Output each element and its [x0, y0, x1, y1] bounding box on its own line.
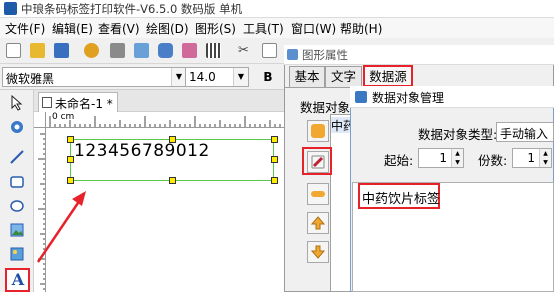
delete-data-object-button[interactable] [307, 183, 329, 205]
tab-text[interactable]: 文字 [325, 66, 362, 87]
menu-view[interactable]: 查看(V) [98, 20, 140, 37]
arrow-down-icon [311, 245, 325, 259]
arrow-up-icon [311, 216, 325, 230]
resize-handle-ml[interactable] [67, 156, 74, 163]
tab-basic[interactable]: 基本 [289, 66, 325, 87]
data-object-list[interactable] [330, 114, 352, 292]
add-data-object-button[interactable] [307, 120, 329, 142]
data-object-list-item[interactable]: 中药 [331, 117, 351, 133]
database-icon[interactable] [158, 43, 173, 58]
menu-help[interactable]: 帮助(H) [340, 20, 382, 37]
content-text[interactable]: 中药饮片标签 [362, 188, 440, 207]
app-icon [4, 2, 17, 15]
ruler-origin-label: 0 cm [52, 112, 75, 122]
copies-label: 份数: [478, 153, 508, 168]
chevron-down-icon[interactable]: ▼ [171, 68, 186, 86]
line-tool-icon[interactable] [6, 149, 28, 169]
edit-data-object-button[interactable] [307, 151, 329, 173]
menu-edit[interactable]: 编辑(E) [52, 20, 93, 37]
data-object-type-select[interactable]: 手动输入 [496, 122, 554, 142]
resize-handle-bl[interactable] [67, 177, 74, 184]
font-size-select[interactable]: 14.0 ▼ [185, 67, 249, 87]
add-icon [311, 124, 325, 138]
data-object-dialog-title: 数据对象管理 [372, 91, 445, 105]
image-tool-icon[interactable] [6, 222, 28, 242]
move-down-button[interactable] [307, 241, 329, 263]
print-icon[interactable] [110, 43, 125, 58]
menu-tools[interactable]: 工具(T) [243, 20, 284, 37]
minus-icon [311, 191, 325, 197]
font-family-value: 微软雅黑 [6, 72, 55, 86]
data-object-title-bar: 数据对象管理 [350, 86, 554, 108]
settings-gear-icon[interactable] [84, 43, 99, 58]
document-tab[interactable]: 未命名-1 * [38, 92, 118, 112]
resize-handle-tm[interactable] [169, 136, 176, 143]
start-value: 1 [439, 151, 447, 165]
data-object-type-value: 手动输入 [500, 127, 549, 141]
font-family-select[interactable]: 微软雅黑 ▼ [2, 67, 187, 87]
resize-handle-br[interactable] [271, 177, 278, 184]
menu-draw[interactable]: 绘图(D) [146, 20, 189, 37]
chevron-down-icon[interactable]: ▼ [233, 68, 248, 86]
menu-shape[interactable]: 图形(S) [195, 20, 236, 37]
edit-pencil-icon [311, 155, 325, 169]
properties-title: 图形属性 [302, 48, 348, 62]
copies-value: 1 [527, 151, 535, 165]
rectangle-tool-icon[interactable] [6, 174, 28, 194]
resize-handle-mr[interactable] [271, 156, 278, 163]
data-object-dialog-icon [355, 91, 367, 103]
ruler-corner [34, 112, 46, 128]
document-tab-label: 未命名-1 * [55, 97, 113, 111]
copies-spinner[interactable]: 1 ▲ ▼ [512, 148, 552, 168]
start-spinner[interactable]: 1 ▲ ▼ [418, 148, 464, 168]
open-folder-icon[interactable] [30, 43, 45, 58]
spinner-arrows-icon[interactable]: ▲ ▼ [451, 149, 463, 167]
title-bar: 中琅条码标签打印软件-V6.5.0 数码版 单机 [0, 0, 554, 18]
menu-window[interactable]: 窗口(W) [291, 20, 336, 37]
copy-icon[interactable] [262, 43, 277, 58]
layers-icon[interactable] [182, 43, 197, 58]
tab-data-source[interactable]: 数据源 [363, 65, 413, 87]
resize-handle-bm[interactable] [169, 177, 176, 184]
ellipse-tool-icon[interactable] [6, 198, 28, 218]
resize-handle-tl[interactable] [67, 136, 74, 143]
pointer-tool-icon[interactable] [6, 94, 28, 115]
data-object-type-label: 数据对象类型: [418, 127, 498, 142]
move-up-button[interactable] [307, 212, 329, 234]
pan-tool-icon[interactable] [6, 119, 28, 139]
cut-icon[interactable]: ✂ [236, 43, 251, 58]
barcode-text[interactable]: 123456789012 [74, 141, 210, 161]
properties-icon [287, 49, 298, 60]
grid-icon[interactable] [206, 43, 221, 58]
document-icon [42, 97, 52, 108]
vertical-ruler [34, 128, 46, 292]
new-file-icon[interactable] [6, 43, 21, 58]
properties-title-bar: 图形属性 [284, 45, 554, 65]
start-label: 起始: [384, 153, 414, 168]
spinner-arrows-icon[interactable]: ▲ ▼ [539, 149, 551, 167]
horizontal-ruler: 0 cm [46, 112, 284, 128]
menu-file[interactable]: 文件(F) [5, 20, 45, 37]
text-tool-icon[interactable]: A [8, 269, 28, 291]
bold-button[interactable]: B [260, 68, 276, 86]
print-preview-icon[interactable] [134, 43, 149, 58]
picture-tool-icon[interactable] [6, 246, 28, 266]
window-title: 中琅条码标签打印软件-V6.5.0 数码版 单机 [21, 2, 243, 16]
resize-handle-tr[interactable] [271, 136, 278, 143]
font-size-value: 14.0 [189, 70, 216, 84]
save-icon[interactable] [54, 43, 69, 58]
